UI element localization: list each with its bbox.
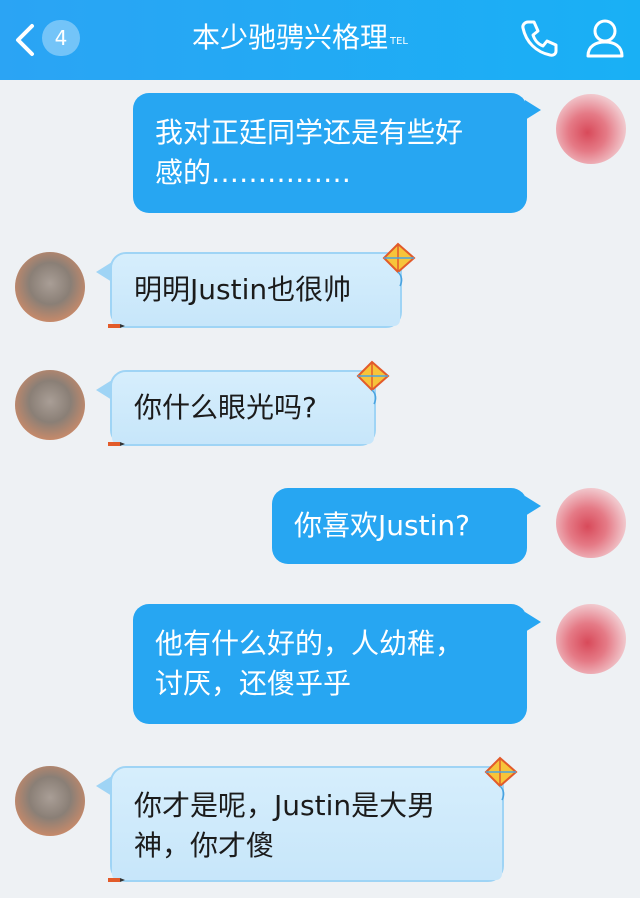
- message-bubble-me[interactable]: 他有什么好的，人幼稚， 讨厌，还傻乎乎: [133, 604, 527, 724]
- contact-name: 本少驰骋兴格理: [191, 21, 388, 54]
- chat-title[interactable]: 本少驰骋兴格理 TEL: [150, 18, 450, 58]
- tel-tag: TEL: [390, 36, 408, 47]
- kite-sticker-icon: [484, 756, 518, 801]
- my-avatar[interactable]: [556, 604, 626, 674]
- my-avatar[interactable]: [556, 94, 626, 164]
- bubble-tail: [525, 100, 541, 120]
- chat-header: 4 本少驰骋兴格理 TEL: [0, 0, 640, 80]
- message-text: 我对正廷同学还是有些好 感的……………: [155, 116, 464, 189]
- message-bubble-friend[interactable]: 你才是呢，Justin是大男 神，你才傻: [110, 766, 504, 882]
- kite-sticker-icon: [356, 360, 390, 405]
- message-bubble-friend[interactable]: 你什么眼光吗?: [110, 370, 376, 446]
- message-bubble-me[interactable]: 你喜欢Justin?: [272, 488, 527, 564]
- message-text: 他有什么好的，人幼稚， 讨厌，还傻乎乎: [155, 627, 464, 700]
- back-button[interactable]: [10, 20, 40, 60]
- message-bubble-me[interactable]: 我对正廷同学还是有些好 感的……………: [133, 93, 527, 213]
- pencil-deco-icon: [108, 878, 125, 882]
- profile-button[interactable]: [584, 16, 626, 60]
- friend-avatar[interactable]: [15, 370, 85, 440]
- phone-call-button[interactable]: [518, 16, 562, 60]
- bubble-tail: [525, 496, 541, 516]
- message-text: 明明Justin也很帅: [134, 273, 352, 306]
- message-text: 你才是呢，Justin是大男 神，你才傻: [134, 789, 436, 862]
- user-icon: [586, 19, 624, 58]
- chevron-left-icon: [16, 24, 34, 56]
- bubble-tail: [525, 612, 541, 632]
- message-bubble-friend[interactable]: 明明Justin也很帅: [110, 252, 402, 328]
- pencil-deco-icon: [108, 442, 125, 446]
- phone-icon: [521, 20, 558, 57]
- message-text: 你什么眼光吗?: [134, 391, 317, 424]
- my-avatar[interactable]: [556, 488, 626, 558]
- kite-sticker-icon: [382, 242, 416, 287]
- unread-count-badge[interactable]: 4: [42, 20, 80, 56]
- friend-avatar[interactable]: [15, 252, 85, 322]
- message-text: 你喜欢Justin?: [294, 509, 470, 542]
- friend-avatar[interactable]: [15, 766, 85, 836]
- pencil-deco-icon: [108, 324, 125, 328]
